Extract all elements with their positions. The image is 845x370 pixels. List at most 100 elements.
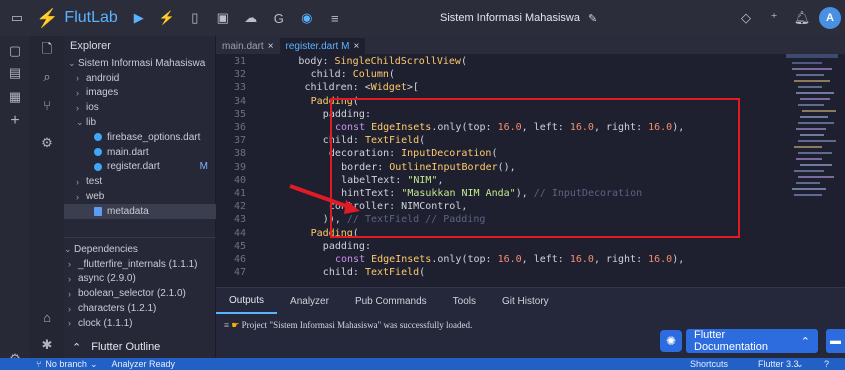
tree-item[interactable]: › web — [64, 189, 216, 204]
chat-icon[interactable]: ▬ — [826, 329, 845, 353]
file-icon — [94, 206, 102, 216]
close-icon[interactable]: × — [353, 41, 359, 52]
line-number: 38 — [233, 148, 246, 160]
chevron-down-icon: ⌄ — [64, 243, 72, 254]
add-user-icon[interactable]: ⁺ — [763, 7, 785, 29]
tree-item[interactable]: › images — [64, 86, 216, 101]
list-icon: ≡ — [224, 320, 230, 330]
tree-item-label: metadata — [107, 205, 149, 217]
tree-item[interactable]: ⌄ lib — [64, 115, 216, 130]
flutter-logo-icon: ⚡ — [36, 7, 59, 28]
dependency-label: boolean_selector (2.1.0) — [78, 288, 186, 300]
panel-tab[interactable]: Tools — [440, 288, 489, 314]
chevron-right-icon: › — [76, 102, 79, 113]
tree-item[interactable]: register.dart M — [64, 160, 216, 175]
tree-item[interactable]: ⌄ Sistem Informasi Mahasiswa — [64, 56, 216, 71]
flutter-version[interactable]: Flutter 3.3 — [758, 359, 799, 369]
tree-item[interactable]: firebase_options.dart — [64, 130, 216, 145]
flutter-documentation-button[interactable]: Flutter Documentation ⌃ — [686, 329, 818, 353]
device-icon[interactable]: ▯ — [184, 7, 206, 29]
tree-item[interactable]: › android — [64, 71, 216, 86]
chevron-right-icon: › — [68, 318, 71, 329]
code-line: 33 children: <Widget>[ — [216, 82, 845, 94]
panel-tab[interactable]: Analyzer — [277, 288, 342, 314]
hot-reload-icon[interactable]: ⚡ — [156, 7, 178, 29]
branch-label[interactable]: No branch — [45, 359, 87, 369]
tree-item[interactable]: main.dart — [64, 145, 216, 160]
help-icon[interactable]: ? — [824, 359, 829, 369]
panel-tab[interactable]: Git History — [489, 288, 562, 314]
dart-file-icon — [94, 133, 102, 142]
close-icon[interactable]: × — [268, 41, 274, 52]
dependency-item[interactable]: › async (2.9.0) — [64, 272, 216, 287]
menu-icon[interactable]: ≡ — [324, 7, 346, 29]
brand: ⚡ FlutLab — [36, 8, 118, 29]
minimap[interactable] — [786, 54, 838, 214]
branch-icon: ⑂ — [36, 359, 42, 369]
highlight-annotation-box — [330, 98, 740, 238]
tree-item[interactable]: metadata — [64, 203, 216, 219]
debug-icon[interactable]: ✱ — [36, 334, 58, 356]
modified-badge: M — [199, 161, 208, 173]
emulator-icon[interactable]: ▣ — [212, 7, 234, 29]
dependencies-header[interactable]: ⌄ Dependencies — [64, 242, 216, 257]
status-icon[interactable]: ◉ — [296, 7, 318, 29]
editor-tab-label: main.dart — [222, 40, 264, 52]
tree-item[interactable]: › test — [64, 174, 216, 189]
panel-tab[interactable]: Pub Commands — [342, 288, 440, 314]
edit-pencil-icon[interactable]: ✎ — [588, 12, 597, 25]
file-tree: ⌄ Sistem Informasi Mahasiswa › android › imag… — [64, 56, 216, 219]
line-number: 41 — [233, 188, 246, 199]
extensions-gear-icon[interactable]: ⚙ — [36, 132, 58, 154]
notification-bell-icon[interactable]: 🔔︎ — [791, 7, 813, 29]
tree-item-label: images — [86, 87, 119, 99]
editor-tab[interactable]: main.dart × — [216, 38, 280, 54]
top-bar: ▭ ⚡ FlutLab ▶ ⚡ ▯ ▣ ☁ G ◉ ≡ Sistem Infor… — [0, 0, 845, 36]
dependency-item[interactable]: › characters (1.2.1) — [64, 301, 216, 316]
avatar[interactable]: A — [819, 7, 841, 29]
explorer-panel: 🗋︎ ⌕ ⑂ ⚙ ⌂ ✱ Explorer ⌄ Sistem Informasi … — [30, 36, 216, 358]
explorer-icon[interactable]: ▢ — [4, 40, 26, 62]
tree-item-label: lib — [86, 117, 97, 129]
analyzer-status: Analyzer Ready — [111, 359, 176, 369]
tree-item-label: ios — [86, 102, 99, 114]
tree-item-label: register.dart — [107, 161, 160, 173]
search-icon[interactable]: ⌕ — [36, 66, 58, 88]
dependency-item[interactable]: › _flutterfire_internals (1.1.1) — [64, 257, 216, 272]
git-icon[interactable]: G — [268, 7, 290, 29]
line-number: 40 — [233, 174, 246, 186]
editor-tab-label: register.dart M — [285, 40, 350, 52]
explorer-rail: 🗋︎ ⌕ ⑂ ⚙ ⌂ ✱ — [30, 36, 64, 358]
run-icon[interactable]: ▶ — [128, 7, 150, 29]
code-line: 46 const EdgeInsets.only(top: 16.0, left:… — [216, 254, 845, 266]
project-title[interactable]: Sistem Informasi Mahasiswa ✎ — [440, 0, 597, 36]
dependencies-label: Dependencies — [74, 243, 138, 255]
line-number: 36 — [233, 122, 246, 133]
explorer-header: Explorer — [70, 40, 111, 52]
log-message: Project "Sistem Informasi Mahasiswa" was… — [241, 320, 473, 330]
line-number: 44 — [233, 227, 246, 239]
line-number: 39 — [233, 161, 246, 173]
layers-icon[interactable]: ◇ — [735, 7, 757, 29]
panel-tab[interactable]: Outputs — [216, 288, 278, 314]
grid-icon[interactable]: ▦ — [4, 86, 26, 108]
chevron-down-icon: ⌄ — [68, 57, 76, 68]
save-icon[interactable]: ▤ — [4, 62, 26, 84]
device-preview-icon[interactable]: ⌂ — [36, 306, 58, 328]
dependency-item[interactable]: › boolean_selector (2.1.0) — [64, 286, 216, 301]
tree-item-label: Sistem Informasi Mahasiswa — [78, 57, 206, 69]
chevron-right-icon: › — [76, 73, 79, 84]
cloud-icon[interactable]: ☁ — [240, 7, 262, 29]
add-icon[interactable]: + — [4, 110, 26, 132]
openai-icon[interactable]: ✺ — [660, 330, 682, 352]
source-control-icon[interactable]: ⑂ — [36, 94, 58, 116]
tree-item-label: test — [86, 176, 103, 188]
flutter-outline-bar[interactable]: ⌃ Flutter Outline — [64, 336, 216, 358]
dependency-item[interactable]: › clock (1.1.1) — [64, 316, 216, 331]
files-icon[interactable]: 🗋︎ — [36, 40, 58, 62]
app-name: FlutLab — [64, 9, 118, 26]
editor-tab[interactable]: register.dart M × — [279, 38, 366, 54]
shortcuts-button[interactable]: Shortcuts — [690, 359, 728, 369]
tree-item[interactable]: › ios — [64, 100, 216, 115]
panel-toggle-icon[interactable]: ▭ — [6, 7, 28, 29]
